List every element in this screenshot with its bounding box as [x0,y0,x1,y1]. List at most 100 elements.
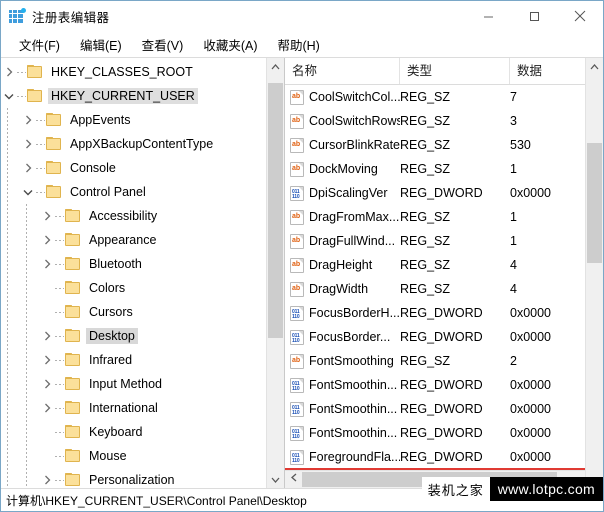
folder-icon [65,377,81,391]
scroll-left-icon[interactable] [285,471,302,488]
tree-connector [55,455,64,457]
registry-tree[interactable]: HKEY_CLASSES_ROOT HKEY_CURRENT_USER AppEve… [1,58,266,488]
value-data: 1 [510,210,517,224]
menu-favorites[interactable]: 收藏夹(A) [193,33,267,56]
value-name-cell: 011 110 DpiScalingVer [285,185,400,201]
value-name-cell: ab DragFullWind... [285,233,400,249]
table-row[interactable]: 011 110 FontSmoothin... REG_DWORD 0x0000 [285,373,585,397]
value-type: REG_SZ [400,90,451,104]
column-data[interactable]: 数据 [510,58,585,84]
close-button[interactable] [557,1,603,31]
tree-item-appxbackupcontenttype[interactable]: AppXBackupContentType [1,132,266,156]
tree-scroll-thumb[interactable] [268,83,283,338]
chevron-right-icon[interactable] [39,472,55,488]
table-row[interactable]: ab DragHeight REG_SZ 4 [285,253,585,277]
chevron-down-icon[interactable] [20,184,36,200]
table-row[interactable]: 011 110 FocusBorderH... REG_DWORD 0x0000 [285,301,585,325]
title-bar[interactable]: 注册表编辑器 [1,1,603,32]
menu-edit[interactable]: 编辑(E) [70,33,132,56]
table-row[interactable]: ab DockMoving REG_SZ 1 [285,157,585,181]
table-row[interactable]: ab DragWidth REG_SZ 4 [285,277,585,301]
values-list[interactable]: ab CoolSwitchCol... REG_SZ 7 ab CoolSwitchRow… [285,85,585,470]
tree-item-input-method[interactable]: Input Method [1,372,266,396]
tree-connector [55,215,64,217]
chevron-right-icon[interactable] [39,400,55,416]
tree-vertical-scrollbar[interactable] [266,58,284,488]
minimize-button[interactable] [465,1,511,31]
tree-connector [55,359,64,361]
table-row[interactable]: 011 110 FontSmoothin... REG_DWORD 0x0000 [285,421,585,445]
binary-value-icon: 011 110 [290,305,304,321]
chevron-down-icon[interactable] [1,88,17,104]
scroll-down-icon[interactable] [267,471,284,488]
table-row[interactable]: ab DragFromMax... REG_SZ 1 [285,205,585,229]
tree-item-appearance[interactable]: Appearance [1,228,266,252]
table-row[interactable]: ab CoolSwitchCol... REG_SZ 7 [285,85,585,109]
scroll-up-icon[interactable] [267,58,284,75]
value-name-cell: ab DragHeight [285,257,400,273]
column-name[interactable]: 名称 [285,58,400,84]
chevron-right-icon[interactable] [39,232,55,248]
string-value-icon: ab [290,209,304,225]
table-row[interactable]: 011 110 DpiScalingVer REG_DWORD 0x0000 [285,181,585,205]
values-scroll-track[interactable] [586,75,603,471]
tree-item-hkey-classes-root[interactable]: HKEY_CLASSES_ROOT [1,60,266,84]
tree-item-bluetooth[interactable]: Bluetooth [1,252,266,276]
table-row[interactable]: ab CoolSwitchRows REG_SZ 3 [285,109,585,133]
chevron-right-icon[interactable] [39,328,55,344]
table-row[interactable]: 011 110 ForegroundFla... REG_DWORD 0x0000 [285,445,585,469]
main-content: HKEY_CLASSES_ROOT HKEY_CURRENT_USER AppEve… [1,57,603,488]
values-scroll-thumb[interactable] [587,143,602,263]
tree-item-personalization[interactable]: Personalization [1,468,266,488]
chevron-right-icon[interactable] [20,112,36,128]
tree-item-keyboard[interactable]: Keyboard [1,420,266,444]
chevron-right-icon[interactable] [20,136,36,152]
scroll-up-icon[interactable] [586,58,603,75]
value-type: REG_DWORD [400,426,483,440]
table-row[interactable]: ab CursorBlinkRate REG_SZ 530 [285,133,585,157]
binary-value-icon: 011 110 [290,401,304,417]
maximize-button[interactable] [511,1,557,31]
tree-item-infrared[interactable]: Infrared [1,348,266,372]
value-type: REG_SZ [400,258,451,272]
folder-icon [65,401,81,415]
values-vertical-scrollbar[interactable] [585,58,603,488]
tree-item-appevents[interactable]: AppEvents [1,108,266,132]
chevron-right-icon[interactable] [20,160,36,176]
window-title: 注册表编辑器 [32,10,110,25]
value-type: REG_SZ [400,138,451,152]
table-row[interactable]: 011 110 FontSmoothin... REG_DWORD 0x0000 [285,397,585,421]
column-type[interactable]: 类型 [400,58,510,84]
value-name: DragFullWind... [309,234,396,248]
chevron-right-icon[interactable] [1,64,17,80]
menu-file[interactable]: 文件(F) [9,33,70,56]
table-row[interactable]: 011 110 FocusBorder... REG_DWORD 0x0000 [285,325,585,349]
tree-item-console[interactable]: Console [1,156,266,180]
menu-help[interactable]: 帮助(H) [267,33,329,56]
chevron-right-icon[interactable] [39,376,55,392]
value-data: 3 [510,114,517,128]
table-row[interactable]: ab FontSmoothing REG_SZ 2 [285,349,585,373]
binary-value-icon: 011 110 [290,185,304,201]
folder-icon [46,113,62,127]
tree-item-control-panel[interactable]: Control Panel [1,180,266,204]
table-row[interactable]: ab DragFullWind... REG_SZ 1 [285,229,585,253]
chevron-right-icon[interactable] [39,208,55,224]
tree-item-cursors[interactable]: Cursors [1,300,266,324]
tree-item-colors[interactable]: Colors [1,276,266,300]
tree-connector [55,263,64,265]
tree-item-label: Cursors [89,305,133,319]
folder-icon [46,137,62,151]
tree-item-hkey-current-user[interactable]: HKEY_CURRENT_USER [1,84,266,108]
tree-scroll-track[interactable] [267,75,284,471]
value-name-cell: ab CoolSwitchRows [285,113,400,129]
chevron-right-icon[interactable] [39,256,55,272]
chevron-right-icon[interactable] [39,352,55,368]
menu-view[interactable]: 查看(V) [132,33,194,56]
tree-item-accessibility[interactable]: Accessibility [1,204,266,228]
value-data: 7 [510,90,517,104]
tree-item-international[interactable]: International [1,396,266,420]
tree-item-desktop[interactable]: Desktop [1,324,266,348]
tree-connector [17,95,26,97]
tree-item-mouse[interactable]: Mouse [1,444,266,468]
